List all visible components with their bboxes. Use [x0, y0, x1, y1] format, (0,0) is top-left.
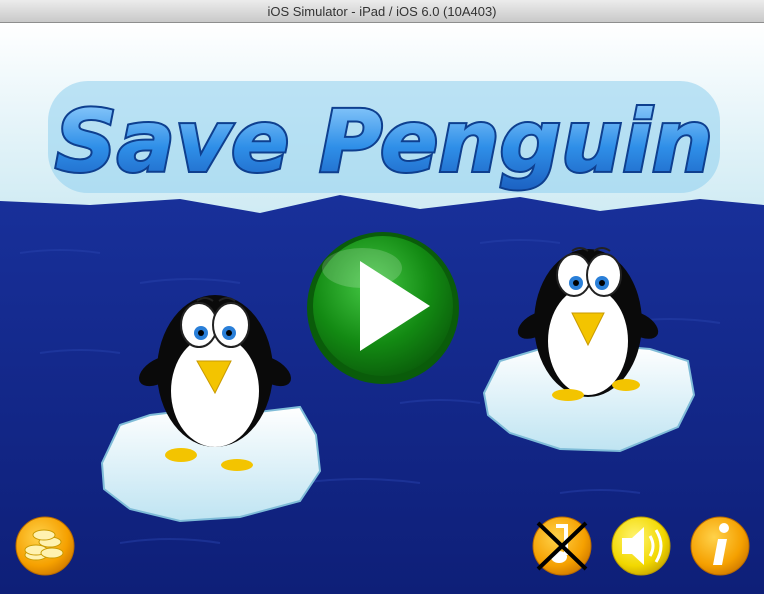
- game-screen: Save Penguin: [0, 23, 764, 594]
- window-title: iOS Simulator - iPad / iOS 6.0 (10A403): [267, 3, 497, 19]
- sound-toggle-button[interactable]: [611, 516, 671, 576]
- info-button[interactable]: [690, 516, 750, 576]
- simulator-window: iOS Simulator - iPad / iOS 6.0 (10A403): [0, 0, 764, 594]
- play-button[interactable]: [307, 232, 459, 384]
- game-logo: Save Penguin: [48, 81, 720, 194]
- logo-text: Save Penguin: [55, 92, 713, 192]
- window-titlebar: iOS Simulator - iPad / iOS 6.0 (10A403): [0, 0, 764, 23]
- coins-button[interactable]: [15, 516, 75, 576]
- music-toggle-button[interactable]: [532, 516, 592, 576]
